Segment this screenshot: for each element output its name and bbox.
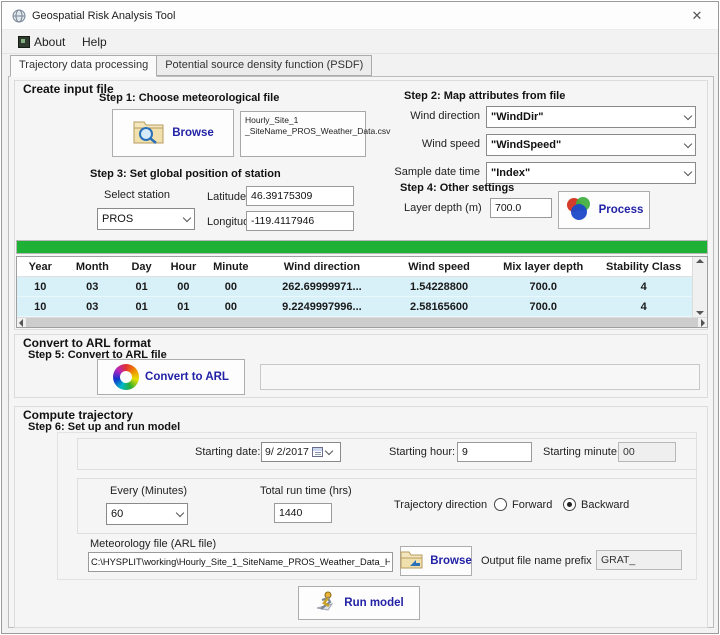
run-model-label: Run model: [344, 597, 403, 609]
latitude-field[interactable]: [246, 186, 354, 206]
col-hour[interactable]: Hour: [162, 261, 205, 273]
col-mix-layer-depth[interactable]: Mix layer depth: [491, 261, 595, 273]
chevron-down-icon: [684, 139, 692, 147]
met-file-field[interactable]: [88, 552, 393, 572]
total-run-time-field[interactable]: [274, 503, 332, 523]
table-horizontal-scrollbar[interactable]: [17, 317, 707, 327]
app-icon: [12, 9, 26, 26]
title-bar: Geospatial Risk Analysis Tool ✕: [2, 2, 718, 30]
color-wheel-icon: [113, 364, 139, 390]
group-compute-title: Compute trajectory: [20, 408, 136, 422]
tab-psdf[interactable]: Potential source density function (PSDF): [156, 55, 372, 76]
col-minute[interactable]: Minute: [205, 261, 257, 273]
forward-label: Forward: [512, 499, 552, 511]
select-station-label: Select station: [104, 189, 170, 201]
process-progress-fill: [17, 241, 707, 253]
met-file-label: Meteorology file (ARL file): [90, 538, 216, 550]
browse-arl-button[interactable]: Browse: [400, 546, 472, 576]
starting-minute-label: Starting minute:: [543, 446, 620, 458]
chevron-down-icon: [684, 111, 692, 119]
tab-trajectory-data-processing[interactable]: Trajectory data processing: [10, 55, 157, 77]
convert-to-arl-label: Convert to ARL: [145, 371, 229, 383]
col-day[interactable]: Day: [121, 261, 162, 273]
step3-title: Step 3: Set global position of station: [90, 168, 281, 180]
starting-date-label: Starting date:: [195, 446, 260, 458]
browse-arl-label: Browse: [430, 555, 472, 567]
scroll-left-icon[interactable]: [19, 319, 23, 327]
runner-icon: [314, 590, 338, 617]
process-button[interactable]: Process: [558, 191, 650, 229]
output-prefix-field[interactable]: [596, 550, 682, 570]
total-run-time-label: Total run time (hrs): [260, 485, 352, 497]
convert-to-arl-button[interactable]: Convert to ARL: [97, 359, 245, 395]
about-icon: [18, 36, 30, 48]
trajectory-direction-label: Trajectory direction: [394, 499, 487, 511]
forward-radio[interactable]: [494, 498, 507, 511]
menu-about[interactable]: About: [14, 33, 69, 51]
browse-met-csv-label: Browse: [172, 127, 214, 139]
folder-open-icon: [400, 550, 424, 573]
backward-radio[interactable]: [563, 498, 576, 511]
menu-help[interactable]: Help: [78, 33, 111, 51]
table-row[interactable]: 10 03 01 01 00 9.2249997996... 2.5816560…: [17, 297, 692, 317]
chevron-down-icon: [183, 213, 191, 221]
scroll-down-icon[interactable]: [696, 311, 704, 315]
backward-label: Backward: [581, 499, 629, 511]
col-wind-speed[interactable]: Wind speed: [387, 261, 491, 273]
table-vertical-scrollbar[interactable]: [692, 257, 707, 317]
step1-title: Step 1: Choose meteorological file: [99, 92, 279, 104]
every-minutes-label: Every (Minutes): [110, 485, 187, 497]
every-minutes-select[interactable]: 60: [106, 503, 188, 525]
met-csv-filename: Hourly_Site_1 _SiteName_PROS_Weather_Dat…: [240, 111, 366, 157]
wind-speed-select[interactable]: "WindSpeed": [486, 134, 696, 156]
window-title: Geospatial Risk Analysis Tool: [32, 10, 175, 22]
col-year[interactable]: Year: [17, 261, 63, 273]
browse-met-csv-button[interactable]: Browse: [112, 109, 234, 157]
layer-depth-label: Layer depth (m): [404, 202, 482, 214]
starting-hour-label: Starting hour:: [389, 446, 455, 458]
wind-direction-label: Wind direction: [404, 110, 480, 122]
chevron-down-icon: [176, 508, 184, 516]
tab-strip: Trajectory data processing Potential sou…: [10, 55, 371, 76]
run-model-button[interactable]: Run model: [298, 586, 420, 620]
rgb-spheres-icon: [565, 196, 593, 225]
longitude-field[interactable]: [246, 211, 354, 231]
starting-date-picker[interactable]: 9/ 2/2017: [261, 442, 341, 462]
close-icon[interactable]: ✕: [686, 7, 708, 25]
scroll-right-icon[interactable]: [701, 319, 705, 327]
scroll-up-icon[interactable]: [696, 259, 704, 263]
menu-bar: About Help: [2, 30, 718, 54]
wind-direction-select[interactable]: "WindDir": [486, 106, 696, 128]
latitude-label: Latitude: [207, 191, 246, 203]
step2-title: Step 2: Map attributes from file: [404, 90, 565, 102]
weather-data-table: Year Month Day Hour Minute Wind directio…: [16, 256, 708, 328]
process-progress-bar: [16, 240, 708, 254]
table-header-row: Year Month Day Hour Minute Wind directio…: [17, 257, 692, 277]
scrollbar-thumb[interactable]: [26, 318, 698, 327]
sample-date-time-select[interactable]: "Index": [486, 162, 696, 184]
group-convert-title: Convert to ARL format: [20, 336, 154, 350]
wind-speed-label: Wind speed: [404, 138, 480, 150]
app-window: Geospatial Risk Analysis Tool ✕ About He…: [1, 1, 719, 634]
calendar-icon: [312, 447, 323, 457]
process-label: Process: [599, 204, 644, 216]
chevron-down-icon: [684, 167, 692, 175]
col-month[interactable]: Month: [63, 261, 121, 273]
layer-depth-field[interactable]: [490, 198, 552, 218]
col-wind-direction[interactable]: Wind direction: [257, 261, 387, 273]
starting-minute-field: [618, 442, 676, 462]
chevron-down-icon: [325, 446, 333, 454]
sample-date-time-label: Sample date time: [394, 166, 480, 178]
starting-hour-field[interactable]: [457, 442, 532, 462]
output-prefix-label: Output file name prefix: [481, 555, 592, 567]
table-row[interactable]: 10 03 01 00 00 262.69999971... 1.5422880…: [17, 277, 692, 297]
col-stability-class[interactable]: Stability Class: [595, 261, 692, 273]
folder-search-icon: [132, 118, 166, 149]
arl-progress-bar: [260, 364, 700, 390]
step4-title: Step 4: Other settings: [400, 182, 514, 194]
station-select[interactable]: PROS: [97, 208, 195, 230]
